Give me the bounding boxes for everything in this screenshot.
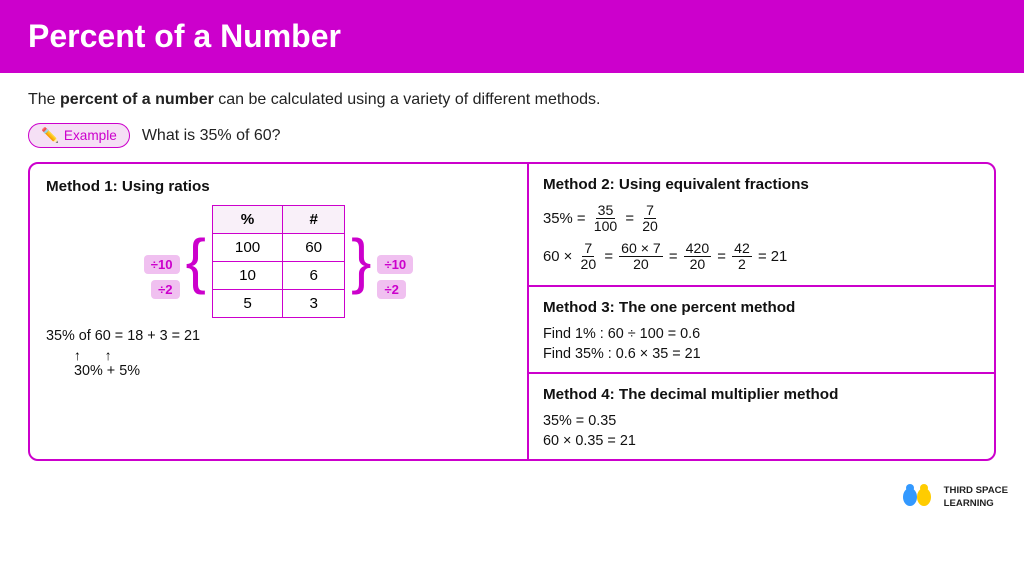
cell-10: 10 bbox=[212, 262, 282, 290]
intro-text-end: can be calculated using a variety of dif… bbox=[214, 91, 601, 108]
m2-frac5: 42020 bbox=[684, 241, 712, 273]
intro-bold: percent of a number bbox=[60, 91, 214, 108]
method3-line1: Find 1% : 60 ÷ 100 = 0.6 bbox=[543, 326, 980, 342]
cell-5: 5 bbox=[212, 290, 282, 318]
right-label-div2: ÷2 bbox=[377, 280, 406, 299]
tsl-logo: THIRD SPACE LEARNING bbox=[898, 479, 1008, 517]
header: Percent of a Number bbox=[0, 0, 1024, 73]
pencil-icon: ✏️ bbox=[41, 127, 59, 144]
cell-3: 3 bbox=[283, 290, 345, 318]
left-brace: { bbox=[186, 231, 206, 292]
method4-line1: 35% = 0.35 bbox=[543, 413, 980, 429]
table-row: 5 3 bbox=[212, 290, 344, 318]
ratio-right-labels: ÷10 ÷2 bbox=[377, 223, 413, 301]
col-header-hash: # bbox=[283, 206, 345, 234]
cell-60: 60 bbox=[283, 234, 345, 262]
m2-frac2: 720 bbox=[640, 203, 660, 235]
table-row: 10 6 bbox=[212, 262, 344, 290]
table-row: 100 60 bbox=[212, 234, 344, 262]
tsl-line2: LEARNING bbox=[944, 498, 1008, 510]
m2-result: = 21 bbox=[758, 249, 787, 265]
m2-frac1: 35100 bbox=[592, 203, 620, 235]
tsl-brand-text: THIRD SPACE LEARNING bbox=[944, 485, 1008, 510]
cell-100: 100 bbox=[212, 234, 282, 262]
m2-line2-prefix: 60 × bbox=[543, 249, 577, 265]
method4-line2: 60 × 0.35 = 21 bbox=[543, 433, 980, 449]
col-header-percent: % bbox=[212, 206, 282, 234]
method1-title: Method 1: Using ratios bbox=[46, 178, 511, 195]
left-label-div2: ÷2 bbox=[151, 280, 180, 299]
example-row: ✏️ Example What is 35% of 60? bbox=[28, 123, 996, 148]
m2-frac6: 422 bbox=[732, 241, 752, 273]
m2-eq2: = bbox=[604, 249, 617, 265]
right-brace: } bbox=[351, 231, 371, 292]
intro-text: The percent of a number can be calculate… bbox=[28, 91, 996, 109]
m2-frac3: 720 bbox=[579, 241, 599, 273]
right-label-div10: ÷10 bbox=[377, 255, 413, 274]
m2-frac4: 60 × 720 bbox=[619, 241, 663, 273]
method2-title: Method 2: Using equivalent fractions bbox=[543, 176, 980, 193]
example-question: What is 35% of 60? bbox=[142, 127, 281, 145]
arrow-up-1: ↑ bbox=[74, 348, 81, 363]
m2-eq3: = bbox=[669, 249, 682, 265]
method3-line2: Find 35% : 0.6 × 35 = 21 bbox=[543, 346, 980, 362]
method1-formula: 35% of 60 = 18 + 3 = 21 bbox=[46, 328, 511, 344]
method1-breakdown: 30% + 5% bbox=[46, 363, 511, 379]
footer: THIRD SPACE LEARNING bbox=[0, 471, 1024, 521]
m2-prefix: 35% = bbox=[543, 211, 590, 227]
method2-line1: 35% = 35100 = 720 bbox=[543, 203, 980, 235]
m2-eq4: = bbox=[717, 249, 730, 265]
method1-arrows: ↑ ↑ bbox=[46, 348, 511, 363]
method-right-panel: Method 2: Using equivalent fractions 35%… bbox=[529, 164, 994, 459]
method4-panel: Method 4: The decimal multiplier method … bbox=[529, 374, 994, 459]
intro-text-start: The bbox=[28, 91, 60, 108]
example-badge-label: Example bbox=[64, 128, 117, 143]
method3-panel: Method 3: The one percent method Find 1%… bbox=[529, 287, 994, 374]
methods-container: Method 1: Using ratios ÷10 ÷2 { % # bbox=[28, 162, 996, 461]
ratio-area: ÷10 ÷2 { % # 100 60 bbox=[46, 205, 511, 318]
method4-title: Method 4: The decimal multiplier method bbox=[543, 386, 980, 403]
arrow-up-2: ↑ bbox=[105, 348, 112, 363]
ratio-left-labels: ÷10 ÷2 bbox=[144, 223, 180, 301]
m2-eq1: = bbox=[625, 211, 638, 227]
page-title: Percent of a Number bbox=[28, 18, 996, 55]
method2-line2: 60 × 720 = 60 × 720 = 42020 = 422 = 21 bbox=[543, 241, 980, 273]
cell-6: 6 bbox=[283, 262, 345, 290]
tsl-logo-icon bbox=[898, 479, 936, 517]
tsl-line1: THIRD SPACE bbox=[944, 485, 1008, 497]
ratio-table: % # 100 60 10 6 bbox=[212, 205, 345, 318]
example-badge: ✏️ Example bbox=[28, 123, 130, 148]
method2-panel: Method 2: Using equivalent fractions 35%… bbox=[529, 164, 994, 287]
method3-title: Method 3: The one percent method bbox=[543, 299, 980, 316]
left-label-div10: ÷10 bbox=[144, 255, 180, 274]
method1-panel: Method 1: Using ratios ÷10 ÷2 { % # bbox=[30, 164, 529, 459]
